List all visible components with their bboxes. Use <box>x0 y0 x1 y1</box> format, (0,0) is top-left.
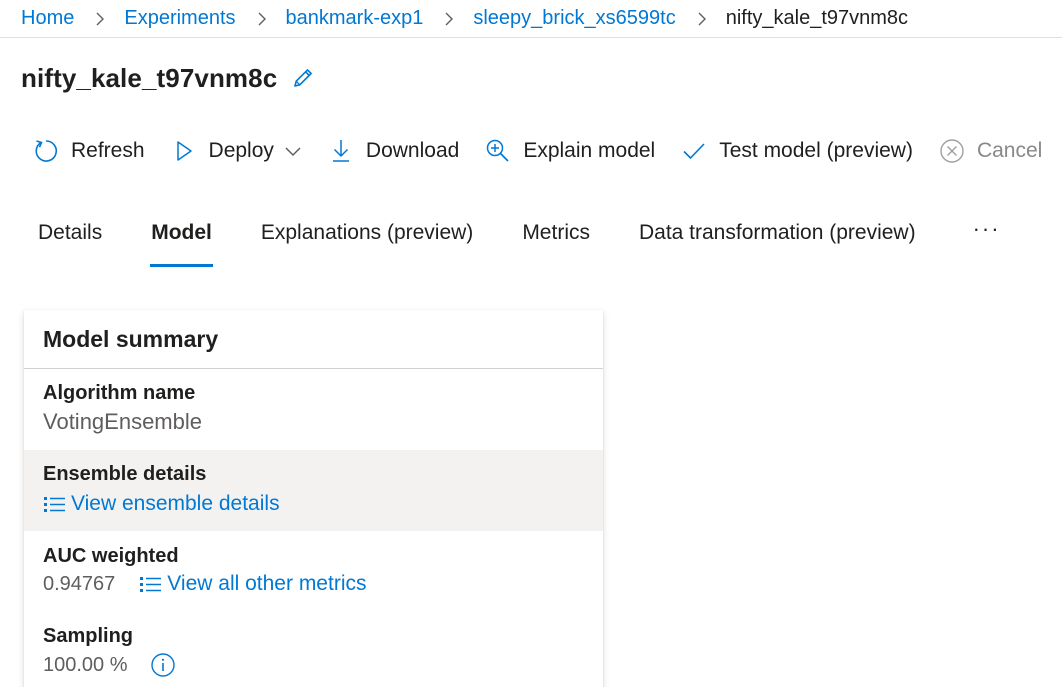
bulleted-list-icon <box>139 574 163 594</box>
tab-details[interactable]: Details <box>38 214 102 268</box>
auc-row: 0.94767 View all other metrics <box>43 572 603 596</box>
auc-label: AUC weighted <box>43 545 179 567</box>
cancel-button[interactable]: Cancel <box>939 138 1042 164</box>
breadcrumb-experiments[interactable]: Experiments <box>124 7 235 30</box>
page-title: nifty_kale_t97vnm8c <box>21 62 278 93</box>
breadcrumb-experiment[interactable]: bankmark-exp1 <box>286 7 424 30</box>
tab-model[interactable]: Model <box>150 214 213 268</box>
card-header: Model summary <box>24 310 603 369</box>
view-all-metrics-link[interactable]: View all other metrics <box>139 572 366 596</box>
edit-pencil-icon[interactable] <box>291 66 315 90</box>
refresh-label: Refresh <box>71 139 145 162</box>
chevron-right-icon <box>255 12 269 26</box>
test-model-label: Test model (preview) <box>719 139 913 162</box>
model-summary-card: Model summary Algorithm name VotingEnsem… <box>24 310 603 687</box>
tab-explanations[interactable]: Explanations (preview) <box>261 214 473 268</box>
explain-model-label: Explain model <box>523 139 656 162</box>
command-bar: Refresh Deploy Download Explain model Te… <box>33 134 1062 168</box>
view-ensemble-details-link[interactable]: View ensemble details <box>43 492 280 516</box>
sampling-label: Sampling <box>43 625 134 647</box>
play-icon <box>171 138 197 164</box>
page: Home Experiments bankmark-exp1 sleepy_br… <box>0 0 1062 687</box>
card-title: Model summary <box>43 325 219 352</box>
more-tabs-button[interactable]: ··· <box>973 214 1001 244</box>
refresh-button[interactable]: Refresh <box>33 138 145 164</box>
chevron-right-icon <box>93 12 107 26</box>
checkmark-icon <box>681 138 707 164</box>
sampling-section: Sampling 100.00 % <box>24 611 603 678</box>
cancel-circle-icon <box>939 138 965 164</box>
tab-metrics[interactable]: Metrics <box>522 214 590 268</box>
chevron-right-icon <box>442 12 456 26</box>
test-model-button[interactable]: Test model (preview) <box>681 138 913 164</box>
refresh-icon <box>33 138 59 164</box>
breadcrumb-home[interactable]: Home <box>21 7 74 30</box>
tab-data-transformation[interactable]: Data transformation (preview) <box>639 214 916 268</box>
cancel-label: Cancel <box>976 139 1043 162</box>
algorithm-section: Algorithm name VotingEnsemble <box>24 369 603 450</box>
algorithm-label: Algorithm name <box>43 382 196 404</box>
zoom-in-icon <box>485 138 511 164</box>
algorithm-value: VotingEnsemble <box>43 409 202 434</box>
sampling-value: 100.00 % <box>43 653 128 676</box>
bulleted-list-icon <box>43 494 67 514</box>
explain-model-button[interactable]: Explain model <box>485 138 655 164</box>
breadcrumb: Home Experiments bankmark-exp1 sleepy_br… <box>0 0 1062 38</box>
view-ensemble-details-label: View ensemble details <box>71 492 280 515</box>
deploy-button[interactable]: Deploy <box>171 138 302 164</box>
download-label: Download <box>365 139 460 162</box>
title-row: nifty_kale_t97vnm8c <box>21 58 315 98</box>
view-all-metrics-label: View all other metrics <box>167 572 367 595</box>
download-icon <box>328 138 354 164</box>
tab-list: Details Model Explanations (preview) Met… <box>38 214 1001 268</box>
auc-section: AUC weighted 0.94767 View all other metr… <box>24 531 603 611</box>
deploy-label: Deploy <box>208 139 274 162</box>
ensemble-label: Ensemble details <box>43 463 207 485</box>
info-icon[interactable] <box>150 652 176 678</box>
breadcrumb-parent-run[interactable]: sleepy_brick_xs6599tc <box>473 7 675 30</box>
chevron-down-icon <box>284 142 302 160</box>
download-button[interactable]: Download <box>328 138 459 164</box>
breadcrumb-current: nifty_kale_t97vnm8c <box>725 7 909 29</box>
chevron-right-icon <box>695 12 709 26</box>
sampling-row: 100.00 % <box>43 652 603 678</box>
auc-value: 0.94767 <box>43 572 116 595</box>
ensemble-section: Ensemble details View ensemble details <box>24 450 603 531</box>
